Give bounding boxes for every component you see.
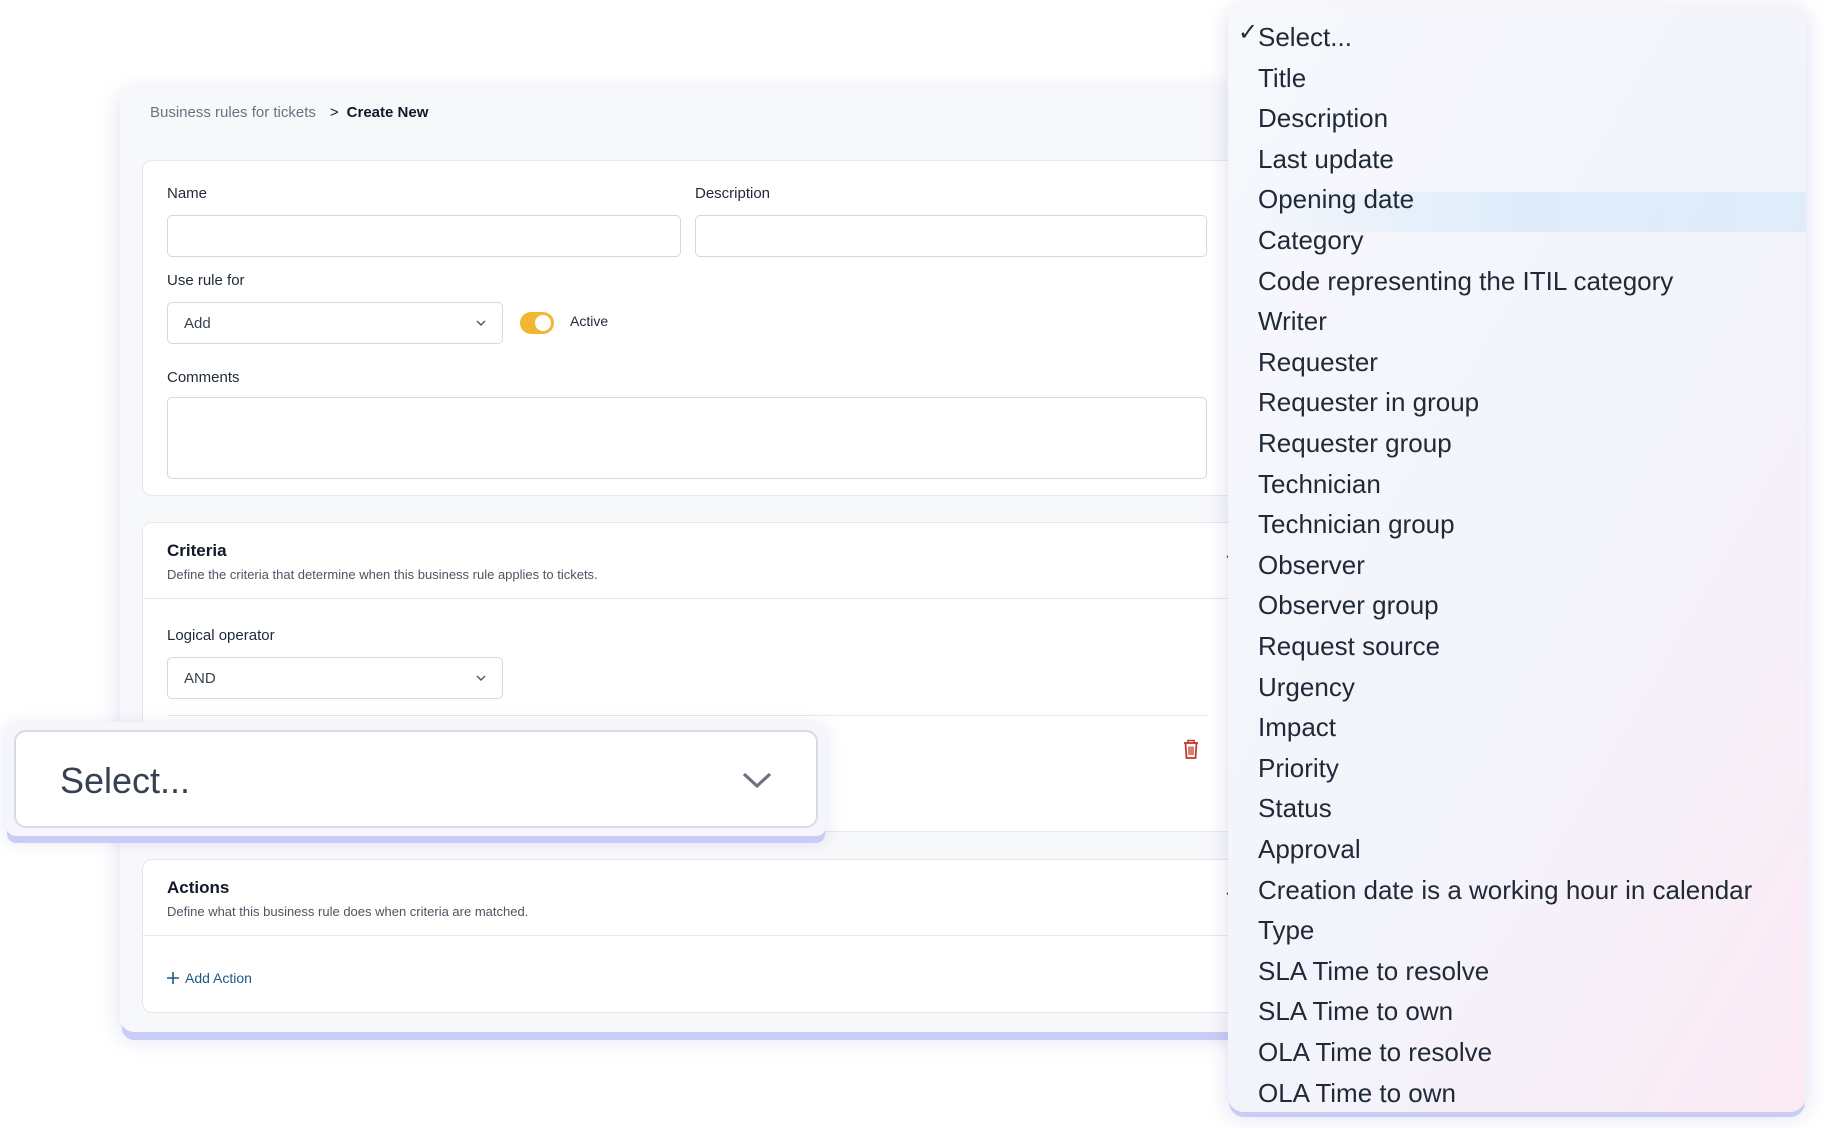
breadcrumb-current: Create New: [346, 104, 429, 121]
criteria-divider: [167, 715, 1207, 716]
logical-operator-select[interactable]: AND: [167, 657, 503, 699]
dropdown-option[interactable]: Technician group: [1258, 504, 1455, 544]
dropdown-option[interactable]: Creation date is a working hour in calen…: [1258, 870, 1752, 910]
dropdown-option[interactable]: SLA Time to own: [1258, 991, 1453, 1031]
dropdown-option[interactable]: Status: [1258, 788, 1332, 828]
dropdown-option[interactable]: Opening date: [1258, 179, 1414, 219]
dropdown-option[interactable]: Code representing the ITIL category: [1258, 261, 1673, 301]
breadcrumb-separator: >: [329, 104, 339, 121]
dropdown-option[interactable]: Impact: [1258, 707, 1336, 747]
chevron-down-icon: [476, 320, 486, 326]
description-input[interactable]: [695, 215, 1207, 257]
criteria-field-select-value: Select...: [60, 760, 191, 801]
comments-textarea[interactable]: [167, 397, 1207, 479]
comments-label: Comments: [167, 369, 240, 386]
dropdown-option[interactable]: Select...: [1258, 17, 1352, 57]
dropdown-option[interactable]: Urgency: [1258, 667, 1355, 707]
chevron-down-icon: [476, 675, 486, 681]
dropdown-option[interactable]: OLA Time to resolve: [1258, 1032, 1492, 1072]
dropdown-option[interactable]: Priority: [1258, 748, 1339, 788]
dropdown-option[interactable]: Title: [1258, 58, 1306, 98]
toggle-knob: [535, 315, 551, 331]
use-rule-for-select[interactable]: Add: [167, 302, 503, 344]
dropdown-option[interactable]: Description: [1258, 98, 1388, 138]
active-label: Active: [570, 313, 609, 329]
add-action-label: Add Action: [185, 970, 252, 986]
dropdown-option[interactable]: Requester: [1258, 342, 1378, 382]
logical-operator-label: Logical operator: [167, 627, 275, 644]
dropdown-option[interactable]: Observer: [1258, 545, 1365, 585]
dropdown-option[interactable]: Request source: [1258, 626, 1440, 666]
dropdown-option[interactable]: Technician: [1258, 464, 1381, 504]
use-rule-for-label: Use rule for: [167, 272, 245, 289]
use-rule-for-value: Add: [184, 314, 211, 332]
name-input[interactable]: [167, 215, 681, 257]
dropdown-option[interactable]: OLA Time to own: [1258, 1073, 1456, 1112]
business-rule-form-card: Business rules for tickets > Create New …: [120, 86, 1270, 1032]
dropdown-option[interactable]: Requester group: [1258, 423, 1452, 463]
plus-icon: [167, 972, 179, 984]
actions-section: Actions Define what this business rule d…: [142, 859, 1270, 1013]
criteria-description: Define the criteria that determine when …: [167, 567, 598, 582]
actions-header[interactable]: Actions Define what this business rule d…: [143, 860, 1270, 936]
dropdown-option[interactable]: SLA Time to resolve: [1258, 951, 1489, 991]
dropdown-option[interactable]: Category: [1258, 220, 1364, 260]
active-toggle[interactable]: [520, 312, 554, 334]
selected-check-icon: ✓: [1238, 19, 1259, 46]
dropdown-option[interactable]: Approval: [1258, 829, 1361, 869]
dropdown-option[interactable]: Type: [1258, 910, 1314, 950]
actions-description: Define what this business rule does when…: [167, 904, 529, 919]
description-label: Description: [695, 185, 771, 202]
logical-operator-value: AND: [184, 669, 216, 687]
criteria-field-select-zoom: Select...: [6, 722, 826, 836]
add-action-button[interactable]: Add Action: [167, 970, 252, 986]
breadcrumb: Business rules for tickets > Create New: [150, 104, 428, 121]
screenshot-stage: Business rules for tickets > Create New …: [0, 0, 1824, 1128]
criteria-field-dropdown: ✓ Select... Title Description Last update Op…: [1228, 4, 1806, 1112]
general-section: Name Description Use rule for Add Active…: [142, 160, 1270, 496]
trash-icon[interactable]: [1181, 738, 1201, 760]
chevron-down-icon: [742, 772, 772, 789]
breadcrumb-parent-link[interactable]: Business rules for tickets: [150, 104, 316, 121]
criteria-header[interactable]: Criteria Define the criteria that determ…: [143, 523, 1270, 599]
dropdown-option[interactable]: Last update: [1258, 139, 1394, 179]
actions-title: Actions: [167, 878, 230, 897]
criteria-field-select[interactable]: Select...: [14, 730, 818, 828]
name-label: Name: [167, 185, 208, 202]
criteria-title: Criteria: [167, 541, 227, 560]
dropdown-option[interactable]: Requester in group: [1258, 382, 1479, 422]
dropdown-option[interactable]: Observer group: [1258, 585, 1439, 625]
dropdown-option[interactable]: Writer: [1258, 301, 1327, 341]
